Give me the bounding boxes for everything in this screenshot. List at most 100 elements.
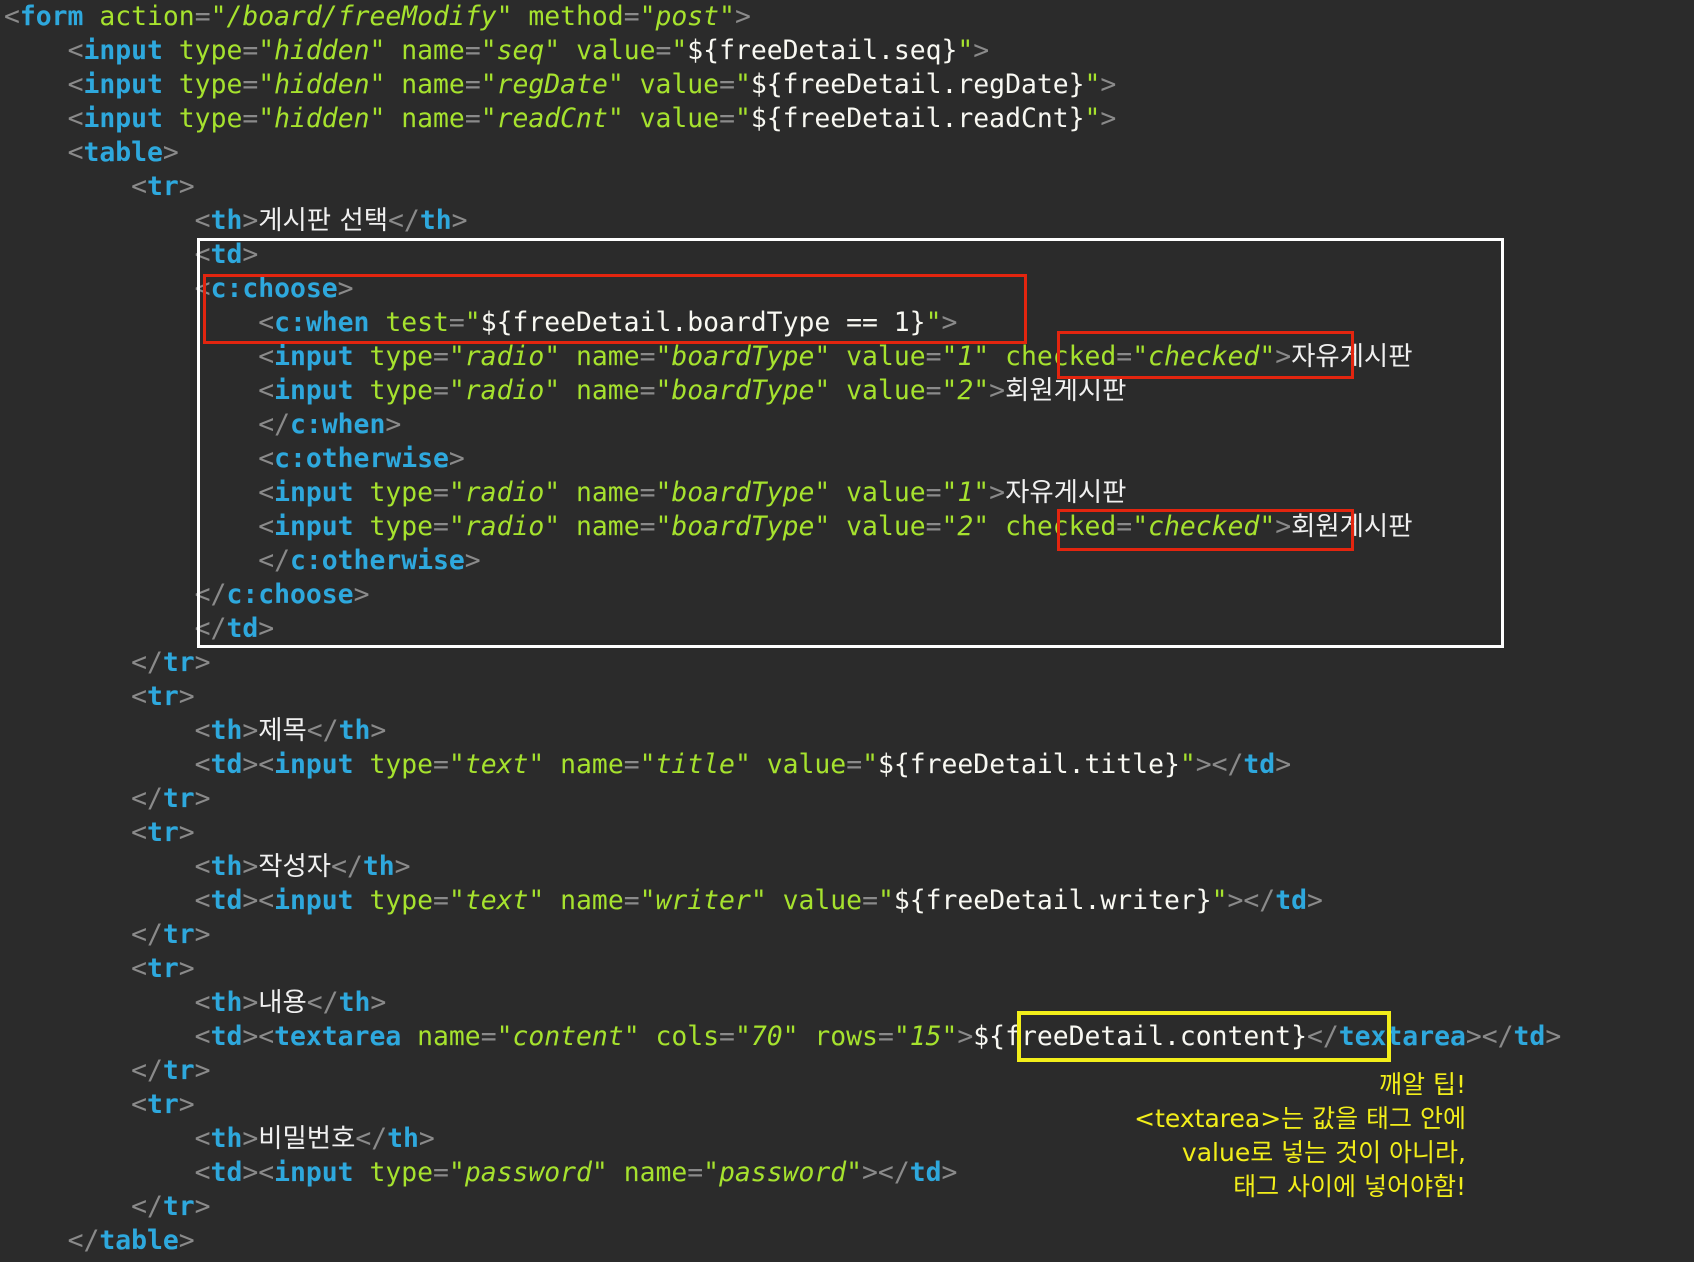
- punctuation-token: </: [131, 919, 163, 950]
- punctuation-token: >: [370, 715, 387, 746]
- tag-token: th: [210, 851, 243, 882]
- quote-token: ": [671, 35, 688, 66]
- korean-text-token: 내용: [258, 987, 307, 1018]
- tag-token: tr: [147, 681, 179, 712]
- punctuation-token: </: [355, 1123, 388, 1154]
- punctuation-token: <: [194, 1021, 211, 1052]
- punctuation-token: ><: [242, 885, 275, 916]
- tip-note: 깨알 팁! <textarea>는 값을 태그 안에 value로 넣는 것이 …: [1134, 1068, 1466, 1204]
- quote-token: ": [719, 1, 735, 32]
- punctuation-token: =: [623, 885, 640, 916]
- tag-token: td: [1275, 885, 1307, 916]
- punctuation-token: </: [67, 1225, 100, 1256]
- punctuation-token: =: [464, 69, 481, 100]
- punctuation-token: =: [194, 1, 211, 32]
- tag-token: td: [909, 1157, 942, 1188]
- tag-token: input: [274, 749, 354, 780]
- attribute-token: type: [178, 69, 243, 100]
- quote-token: ": [448, 1157, 465, 1188]
- tag-token: td: [210, 749, 243, 780]
- code-line: <tr>: [4, 952, 1561, 986]
- quote-token: ": [703, 1157, 720, 1188]
- punctuation-token: >: [162, 137, 179, 168]
- attribute-token: type: [369, 1157, 434, 1188]
- tag-token: input: [83, 103, 163, 134]
- quote-token: ": [941, 1021, 958, 1052]
- punctuation-token: >: [194, 1191, 211, 1222]
- el-expression-token: ${freeDetail.readCnt}: [750, 103, 1085, 134]
- tag-token: th: [387, 1123, 419, 1154]
- punctuation-token: =: [242, 103, 259, 134]
- punctuation-token: >: [178, 953, 195, 984]
- quote-token: ": [734, 69, 751, 100]
- punctuation-token: ></: [1195, 749, 1244, 780]
- quote-token: ": [750, 885, 767, 916]
- attribute-token: value: [766, 749, 847, 780]
- quote-token: ": [258, 103, 275, 134]
- punctuation-token: >: [242, 715, 259, 746]
- punctuation-token: <: [131, 681, 147, 712]
- quote-token: ": [448, 885, 465, 916]
- punctuation-token: =: [862, 885, 878, 916]
- el-expression-token: ${freeDetail.writer}: [893, 885, 1212, 916]
- quote-token: ": [734, 749, 751, 780]
- punctuation-token: =: [480, 1021, 497, 1052]
- punctuation-token: <: [131, 1089, 147, 1120]
- punctuation-token: =: [433, 749, 449, 780]
- quote-token: ": [623, 1021, 640, 1052]
- punctuation-token: <: [131, 817, 147, 848]
- code-line: </tr>: [4, 782, 1561, 816]
- quote-token: ": [528, 885, 545, 916]
- string-token: readCnt: [496, 103, 608, 134]
- punctuation-token: </: [388, 205, 420, 236]
- code-line: </tr>: [4, 646, 1561, 680]
- korean-text-token: 제목: [258, 715, 307, 746]
- tag-token: form: [19, 1, 84, 32]
- punctuation-token: </: [131, 1191, 163, 1222]
- code-line: <tr>: [4, 816, 1561, 850]
- quote-token: ": [496, 1021, 513, 1052]
- attribute-token: action: [99, 1, 195, 32]
- code-line: <td><input type="text" name="writer" val…: [4, 884, 1561, 918]
- punctuation-token: >: [178, 1225, 195, 1256]
- code-line: <tr>: [4, 680, 1561, 714]
- attribute-token: value: [639, 103, 720, 134]
- attribute-token: value: [782, 885, 863, 916]
- tag-token: td: [210, 1021, 243, 1052]
- punctuation-token: <: [194, 885, 211, 916]
- punctuation-token: >: [1545, 1021, 1562, 1052]
- string-token: 70: [750, 1021, 783, 1052]
- quote-token: ": [893, 1021, 910, 1052]
- punctuation-token: <: [131, 953, 147, 984]
- quote-token: ": [734, 1021, 751, 1052]
- punctuation-token: <: [194, 749, 211, 780]
- tag-token: th: [210, 987, 243, 1018]
- el-expression-token: ${freeDetail.seq}: [687, 35, 958, 66]
- punctuation-token: >: [242, 987, 259, 1018]
- string-token: title: [655, 749, 735, 780]
- attribute-token: value: [639, 69, 720, 100]
- punctuation-token: <: [67, 103, 84, 134]
- punctuation-token: =: [877, 1021, 894, 1052]
- quote-token: ": [369, 69, 386, 100]
